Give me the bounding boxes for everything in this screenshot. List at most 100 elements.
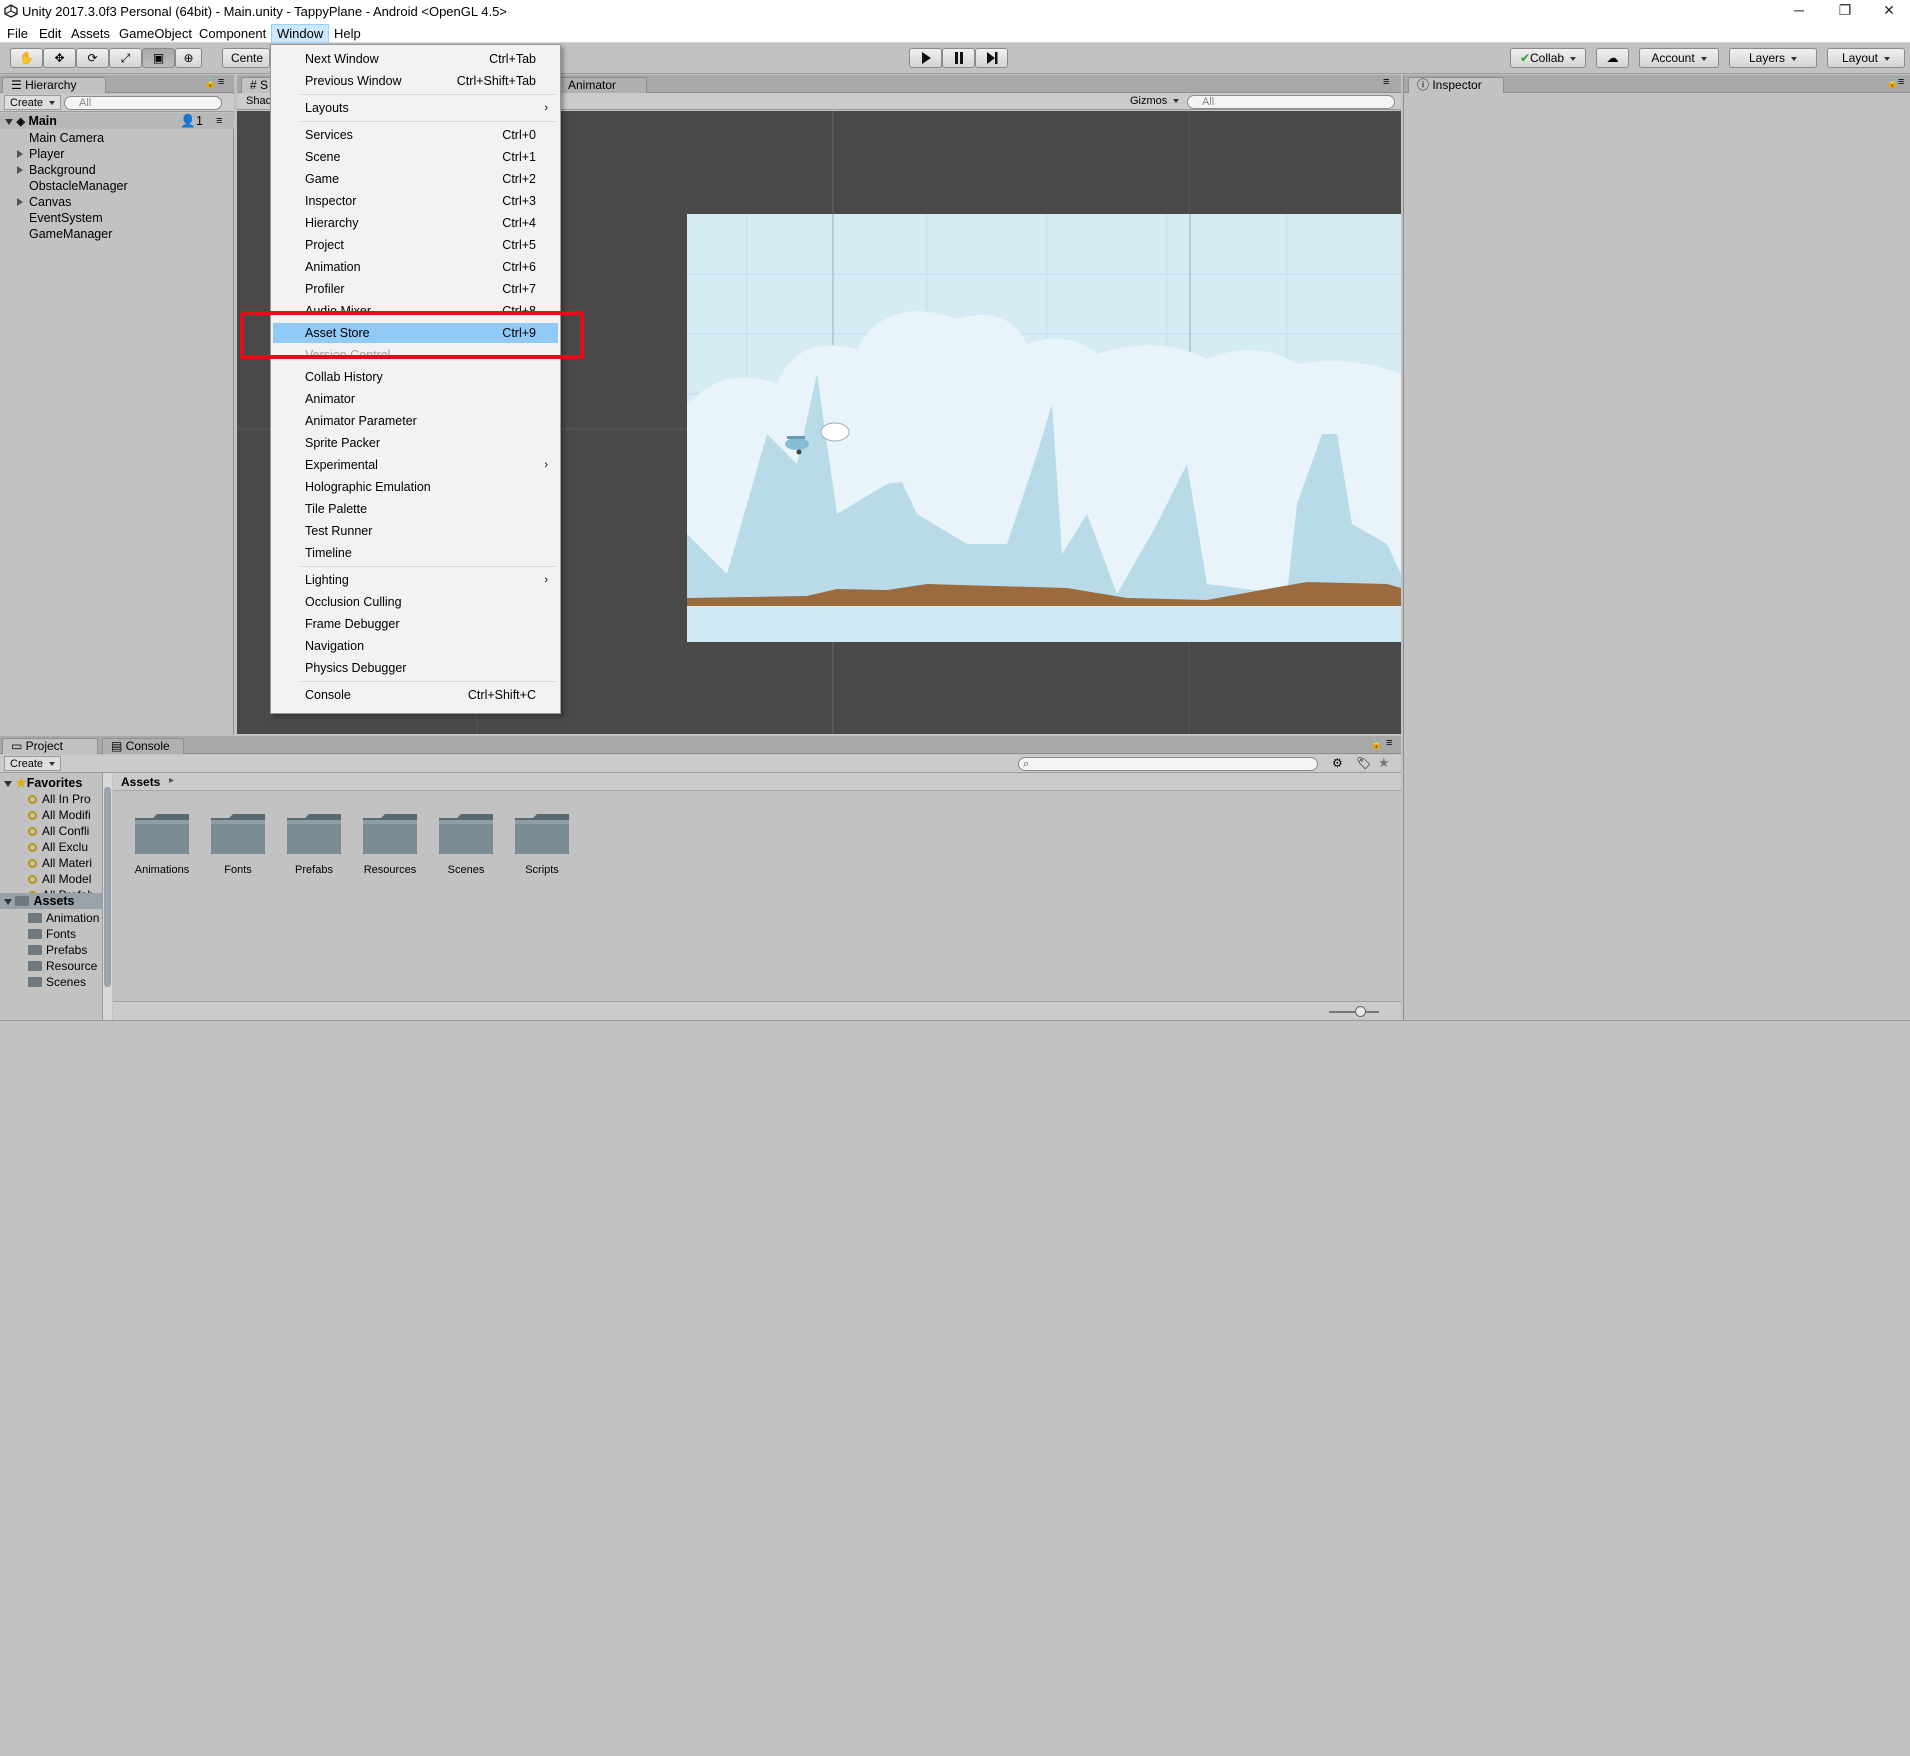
hierarchy-item[interactable]: EventSystem — [0, 210, 103, 226]
menu-gameobject[interactable]: GameObject — [114, 25, 197, 42]
filter-by-type-icon[interactable]: ⚙ — [1332, 756, 1343, 770]
menu-item-animation[interactable]: Animation Ctrl+6 — [273, 257, 558, 277]
asset-tree-item[interactable]: Fonts — [28, 926, 76, 942]
inspector-tab[interactable]: ⓘ Inspector — [1408, 77, 1504, 93]
menu-item-experimental[interactable]: Experimental › — [273, 455, 558, 475]
menu-item-physics-debugger[interactable]: Physics Debugger — [273, 658, 558, 678]
hierarchy-item[interactable]: GameManager — [0, 226, 112, 242]
scene-panel-menu-icon[interactable]: ≡ — [1383, 76, 1389, 88]
menu-item-next-window[interactable]: Next Window Ctrl+Tab — [273, 49, 558, 69]
gizmos-dropdown[interactable]: Gizmos — [1125, 94, 1184, 109]
layers-dropdown[interactable]: Layers — [1729, 48, 1817, 68]
rect-tool-button[interactable]: ▣ — [142, 48, 175, 68]
transform-tool-button[interactable]: ⊕ — [175, 48, 202, 68]
hierarchy-search-input[interactable]: All — [64, 96, 222, 110]
asset-tree-item[interactable]: Resource — [28, 958, 97, 974]
account-dropdown[interactable]: Account — [1639, 48, 1719, 68]
cloud-button[interactable]: ☁ — [1596, 48, 1629, 68]
menu-item-console[interactable]: Console Ctrl+Shift+C — [273, 685, 558, 705]
menu-item-test-runner[interactable]: Test Runner — [273, 521, 558, 541]
asset-folder[interactable]: Prefabs — [283, 812, 345, 876]
menu-item-profiler[interactable]: Profiler Ctrl+7 — [273, 279, 558, 299]
asset-folder[interactable]: Resources — [359, 812, 421, 876]
play-button[interactable] — [909, 48, 942, 68]
collab-dropdown[interactable]: ✔Collab — [1510, 48, 1586, 68]
panel-menu-icon[interactable]: ≡ — [218, 76, 224, 88]
hierarchy-item[interactable]: ObstacleManager — [0, 178, 128, 194]
assets-header[interactable]: Assets — [0, 893, 104, 909]
menu-item-project[interactable]: Project Ctrl+5 — [273, 235, 558, 255]
asset-tree-item[interactable]: Prefabs — [28, 942, 87, 958]
inspector-lock-icon[interactable]: 🔒 — [1886, 78, 1898, 89]
favorites-item[interactable]: All Exclu — [28, 839, 88, 855]
expand-arrow-icon[interactable] — [17, 198, 23, 206]
asset-tree-item[interactable]: Animation — [28, 910, 99, 926]
hierarchy-item[interactable]: Canvas — [0, 194, 71, 210]
menu-item-hierarchy[interactable]: Hierarchy Ctrl+4 — [273, 213, 558, 233]
expand-arrow-icon[interactable] — [17, 166, 23, 174]
scene-menu-icon[interactable]: ≡ — [216, 113, 222, 129]
hand-tool-button[interactable]: ✋ — [10, 48, 43, 68]
favorites-item[interactable]: All Model — [28, 871, 91, 887]
favorites-item[interactable]: All Modifi — [28, 807, 91, 823]
step-button[interactable] — [975, 48, 1008, 68]
menu-item-animator-parameter[interactable]: Animator Parameter — [273, 411, 558, 431]
inspector-menu-icon[interactable]: ≡ — [1898, 76, 1904, 88]
scale-tool-button[interactable]: ⤢ — [109, 48, 142, 68]
menu-help[interactable]: Help — [329, 25, 366, 42]
favorite-star-icon[interactable]: ★ — [1378, 755, 1390, 771]
menu-item-frame-debugger[interactable]: Frame Debugger — [273, 614, 558, 634]
hierarchy-item[interactable]: Main Camera — [0, 130, 104, 146]
menu-edit[interactable]: Edit — [34, 25, 66, 42]
restore-button[interactable]: ❐ — [1822, 0, 1868, 22]
project-search-input[interactable]: ⌕ — [1018, 757, 1318, 771]
asset-folder[interactable]: Fonts — [207, 812, 269, 876]
rotate-tool-button[interactable]: ⟳ — [76, 48, 109, 68]
menu-item-layouts[interactable]: Layouts › — [273, 98, 558, 118]
menu-item-previous-window[interactable]: Previous Window Ctrl+Shift+Tab — [273, 71, 558, 91]
menu-item-scene[interactable]: Scene Ctrl+1 — [273, 147, 558, 167]
move-tool-button[interactable]: ✥ — [43, 48, 76, 68]
favorites-item[interactable]: All In Pro — [28, 791, 91, 807]
zoom-slider-thumb[interactable] — [1355, 1006, 1366, 1017]
menu-component[interactable]: Component — [194, 25, 271, 42]
favorites-item[interactable]: All Confli — [28, 823, 89, 839]
menu-file[interactable]: File — [2, 25, 33, 42]
menu-item-tile-palette[interactable]: Tile Palette — [273, 499, 558, 519]
menu-item-timeline[interactable]: Timeline — [273, 543, 558, 563]
hierarchy-item[interactable]: Background — [0, 162, 96, 178]
favorites-item[interactable]: All Materi — [28, 855, 92, 871]
menu-item-collab-history[interactable]: Collab History — [273, 367, 558, 387]
asset-tree-item[interactable]: Scenes — [28, 974, 86, 990]
zoom-slider[interactable] — [1329, 1011, 1379, 1013]
scene-root-row[interactable]: ◈ Main 👤 1 ≡ — [0, 113, 234, 129]
menu-item-holographic-emulation[interactable]: Holographic Emulation — [273, 477, 558, 497]
menu-window[interactable]: Window — [271, 24, 330, 43]
menu-item-occlusion-culling[interactable]: Occlusion Culling — [273, 592, 558, 612]
scene-search-input[interactable]: All — [1187, 95, 1395, 109]
tree-scrollbar-thumb[interactable] — [104, 787, 111, 987]
breadcrumb-assets[interactable]: Assets — [121, 775, 160, 789]
menu-assets[interactable]: Assets — [66, 25, 115, 42]
hierarchy-item[interactable]: Player — [0, 146, 64, 162]
menu-item-animator[interactable]: Animator — [273, 389, 558, 409]
menu-item-inspector[interactable]: Inspector Ctrl+3 — [273, 191, 558, 211]
project-create-button[interactable]: Create — [4, 756, 62, 771]
project-lock-icon[interactable]: 🔒 — [1370, 739, 1382, 750]
menu-item-lighting[interactable]: Lighting › — [273, 570, 558, 590]
pivot-center-toggle[interactable]: Cente — [222, 48, 270, 68]
menu-item-services[interactable]: Services Ctrl+0 — [273, 125, 558, 145]
pause-button[interactable] — [942, 48, 975, 68]
asset-folder[interactable]: Scenes — [435, 812, 497, 876]
asset-folder[interactable]: Animations — [131, 812, 193, 876]
asset-folder[interactable]: Scripts — [511, 812, 573, 876]
menu-item-game[interactable]: Game Ctrl+2 — [273, 169, 558, 189]
favorites-header[interactable]: ★Favorites — [0, 775, 104, 791]
expand-arrow-icon[interactable] — [17, 150, 23, 158]
project-menu-icon[interactable]: ≡ — [1386, 737, 1392, 749]
layout-dropdown[interactable]: Layout — [1827, 48, 1905, 68]
minimize-button[interactable]: ─ — [1776, 0, 1822, 22]
menu-item-sprite-packer[interactable]: Sprite Packer — [273, 433, 558, 453]
menu-item-navigation[interactable]: Navigation — [273, 636, 558, 656]
hierarchy-tab[interactable]: ☰ Hierarchy — [2, 77, 106, 93]
